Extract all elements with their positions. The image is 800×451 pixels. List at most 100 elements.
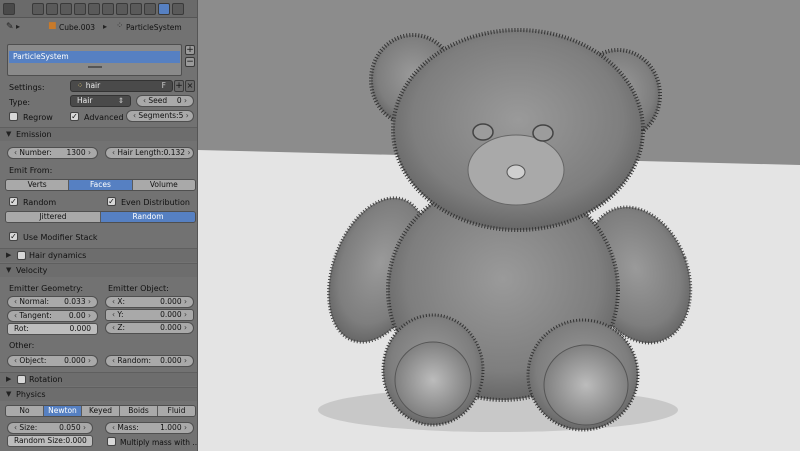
emission-panel-header[interactable]: ▼ Emission (0, 127, 197, 141)
decrement-icon[interactable]: ‹ (112, 297, 115, 306)
even-distribution-checkbox[interactable]: ✓ (107, 197, 116, 206)
add-slot-icon[interactable]: + (185, 45, 195, 55)
decrement-icon[interactable]: ‹ (112, 148, 115, 157)
physics-type-no[interactable]: No (6, 406, 44, 416)
scene-icon[interactable] (60, 3, 72, 15)
tangent-field[interactable]: ‹ Tangent: 0.00 › (7, 310, 98, 322)
type-value: Hair (77, 96, 93, 105)
increment-icon[interactable]: › (186, 111, 189, 120)
multiply-mass-checkbox[interactable] (107, 437, 116, 446)
decrement-icon[interactable]: ‹ (143, 96, 146, 105)
random-size-field[interactable]: Random Size: 0.000 (7, 435, 93, 447)
list-resize-handle[interactable] (88, 66, 102, 68)
fake-user-icon[interactable]: F (162, 81, 166, 91)
normal-field[interactable]: ‹ Normal: 0.033 › (7, 296, 98, 308)
decrement-icon[interactable]: ‹ (112, 356, 115, 365)
random-velocity-field[interactable]: ‹ Random: 0.000 › (105, 355, 194, 367)
constraints-icon[interactable] (102, 3, 114, 15)
settings-datablock-field[interactable]: ⁘ hair F (70, 80, 173, 92)
object-icon[interactable] (88, 3, 100, 15)
data-icon[interactable] (130, 3, 142, 15)
advanced-checkbox[interactable]: ✓ (70, 112, 79, 121)
rot-field[interactable]: Rot: 0.000 (7, 323, 98, 335)
number-field[interactable]: ‹ Number: 1300 › (7, 147, 98, 159)
regrow-label: Regrow (23, 113, 53, 122)
increment-icon[interactable]: › (88, 311, 91, 320)
material-icon[interactable] (144, 3, 156, 15)
increment-icon[interactable]: › (184, 96, 187, 105)
decrement-icon[interactable]: ‹ (112, 323, 115, 332)
decrement-icon[interactable]: ‹ (112, 310, 115, 319)
regrow-checkbox[interactable] (9, 112, 18, 121)
random-checkbox[interactable]: ✓ (9, 197, 18, 206)
breadcrumb-system[interactable]: ParticleSystem (126, 23, 182, 32)
x-field[interactable]: ‹ X: 0.000 › (105, 296, 194, 308)
type-dropdown[interactable]: Hair ⇕ (70, 95, 131, 107)
physics-panel-header[interactable]: ▼ Physics (0, 387, 197, 401)
remove-slot-icon[interactable]: − (185, 57, 195, 67)
emit-from-volume[interactable]: Volume (132, 180, 195, 190)
increment-icon[interactable]: › (83, 423, 86, 432)
decrement-icon[interactable]: ‹ (112, 423, 115, 432)
seed-field[interactable]: ‹ Seed 0 › (136, 95, 194, 107)
increment-icon[interactable]: › (88, 148, 91, 157)
decrement-icon[interactable]: ‹ (14, 311, 17, 320)
size-field[interactable]: ‹ Size: 0.050 › (7, 422, 93, 434)
increment-icon[interactable]: › (184, 423, 187, 432)
new-settings-icon[interactable]: + (174, 80, 184, 92)
distribution-jittered[interactable]: Jittered (6, 212, 101, 222)
breadcrumb-object[interactable]: Cube.003 (59, 23, 95, 32)
physics-type-keyed[interactable]: Keyed (82, 406, 120, 416)
increment-icon[interactable]: › (88, 356, 91, 365)
decrement-icon[interactable]: ‹ (14, 356, 17, 365)
increment-icon[interactable]: › (187, 148, 190, 157)
decrement-icon[interactable]: ‹ (133, 111, 136, 120)
render-icon[interactable] (32, 3, 44, 15)
y-field[interactable]: ‹ Y: 0.000 › (105, 309, 194, 321)
use-modifier-stack-checkbox[interactable]: ✓ (9, 232, 18, 241)
increment-icon[interactable]: › (184, 310, 187, 319)
increment-icon[interactable]: › (184, 356, 187, 365)
segments-field[interactable]: ‹ Segments: 5 › (126, 110, 194, 122)
rotation-checkbox[interactable] (17, 375, 26, 384)
z-field[interactable]: ‹ Z: 0.000 › (105, 322, 194, 334)
particles-icon[interactable] (158, 3, 170, 15)
3d-viewport[interactable] (198, 0, 800, 451)
physics-type-newton[interactable]: Newton (44, 406, 82, 416)
multiply-mass-label: Multiply mass with ... (120, 438, 198, 447)
editor-type-icon[interactable] (3, 3, 15, 15)
render-layers-icon[interactable] (46, 3, 58, 15)
modifiers-icon[interactable] (116, 3, 128, 15)
bear-right-foot-pad (543, 344, 629, 426)
list-item[interactable]: ParticleSystem (9, 51, 180, 63)
mass-value: 1.000 (160, 423, 182, 432)
physics-type-boids[interactable]: Boids (120, 406, 158, 416)
hair-dynamics-checkbox[interactable] (17, 251, 26, 260)
properties-toolbar (0, 0, 197, 18)
random-label: Random (23, 198, 57, 207)
hair-length-field[interactable]: ‹ Hair Length: 0.132 › (105, 147, 194, 159)
increment-icon[interactable]: › (184, 297, 187, 306)
unlink-settings-icon[interactable]: × (185, 80, 195, 92)
velocity-panel-header[interactable]: ▼ Velocity (0, 263, 197, 277)
emit-from-verts[interactable]: Verts (6, 180, 70, 190)
physics-type-fluid[interactable]: Fluid (158, 406, 195, 416)
object-velocity-field[interactable]: ‹ Object: 0.000 › (7, 355, 98, 367)
list-box[interactable]: ParticleSystem (7, 44, 182, 76)
decrement-icon[interactable]: ‹ (14, 148, 17, 157)
dropdown-icon: ⇕ (117, 96, 124, 105)
decrement-icon[interactable]: ‹ (14, 423, 17, 432)
collapsed-arrow-icon: ▶ (6, 375, 12, 383)
decrement-icon[interactable]: ‹ (14, 297, 17, 306)
emit-from-faces[interactable]: Faces (69, 180, 133, 190)
hair-dynamics-panel-header[interactable]: ▶ Hair dynamics (0, 248, 197, 262)
distribution-random[interactable]: Random (101, 212, 195, 222)
increment-icon[interactable]: › (88, 297, 91, 306)
list-item-label: ParticleSystem (13, 52, 69, 61)
physics-icon[interactable] (172, 3, 184, 15)
rotation-panel-header[interactable]: ▶ Rotation (0, 372, 197, 386)
increment-icon[interactable]: › (184, 323, 187, 332)
pin-icon[interactable]: ✎ (6, 22, 14, 32)
world-icon[interactable] (74, 3, 86, 15)
mass-field[interactable]: ‹ Mass: 1.000 › (105, 422, 194, 434)
